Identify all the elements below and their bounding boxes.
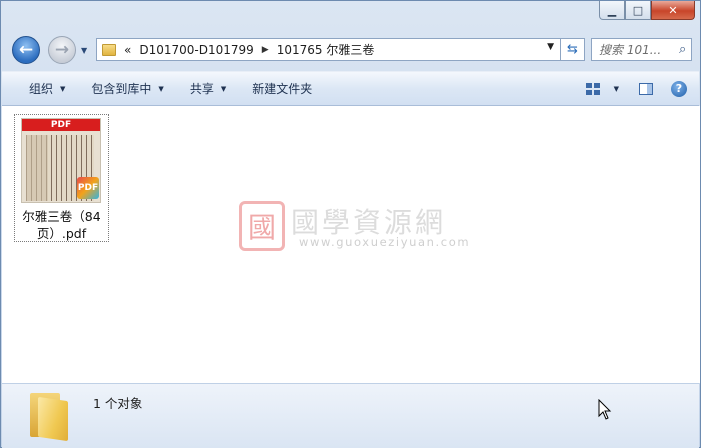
search-input[interactable] bbox=[599, 42, 677, 57]
chevron-down-icon: ▼ bbox=[220, 84, 227, 93]
breadcrumb-overflow[interactable]: « bbox=[124, 43, 131, 57]
file-name[interactable]: 尔雅三卷（84 页）.pdf bbox=[15, 208, 108, 242]
share-label: 共享 bbox=[189, 82, 214, 96]
folder-icon bbox=[102, 43, 116, 56]
file-name-line-1: 尔雅三卷（84 bbox=[22, 209, 101, 224]
close-button[interactable]: ✕ bbox=[651, 1, 695, 20]
chevron-right-icon[interactable]: ▶ bbox=[262, 45, 269, 55]
navigation-bar: ← → ▼ « D101700-D101799 ▶ 101765 尔雅三卷 ▼ … bbox=[1, 34, 701, 68]
item-count-status: 1 个对象 bbox=[93, 396, 143, 411]
organize-button[interactable]: 组织 ▼ bbox=[29, 80, 65, 97]
change-view-icon[interactable] bbox=[585, 82, 600, 95]
file-list-area[interactable]: PDF PDF 尔雅三卷（84 页）.pdf 國 國學資源網 www.guoxue… bbox=[2, 106, 692, 383]
include-in-library-button[interactable]: 包含到库中 ▼ bbox=[91, 80, 163, 97]
back-button[interactable]: ← bbox=[12, 36, 40, 64]
share-button[interactable]: 共享 ▼ bbox=[190, 80, 226, 97]
pdf-thumb-label: PDF bbox=[22, 119, 100, 131]
breadcrumb-item[interactable]: D101700-D101799 bbox=[139, 43, 253, 57]
refresh-button[interactable]: ⇆ bbox=[561, 38, 585, 61]
breadcrumb-item[interactable]: 101765 尔雅三卷 bbox=[277, 41, 375, 58]
vertical-scrollbar[interactable] bbox=[692, 106, 700, 383]
watermark-logo: 國 bbox=[239, 201, 285, 251]
organize-label: 组织 bbox=[29, 82, 54, 96]
caption-buttons: ▁ □ ✕ bbox=[599, 1, 695, 20]
view-options-dropdown[interactable]: ▼ bbox=[614, 85, 619, 93]
explorer-window: ▁ □ ✕ ← → ▼ « D101700-D101799 ▶ 101765 尔… bbox=[0, 0, 701, 448]
forward-button[interactable]: → bbox=[48, 36, 76, 64]
watermark-url: www.guoxueziyuan.com bbox=[299, 235, 471, 249]
details-pane: 1 个对象 bbox=[2, 383, 699, 448]
mouse-cursor-icon bbox=[598, 399, 612, 420]
watermark: 國 國學資源網 www.guoxueziyuan.com bbox=[239, 201, 479, 253]
minimize-button[interactable]: ▁ bbox=[599, 1, 625, 20]
address-dropdown-icon[interactable]: ▼ bbox=[547, 42, 554, 52]
search-icon[interactable]: ⌕ bbox=[679, 42, 686, 57]
maximize-button[interactable]: □ bbox=[625, 1, 651, 20]
include-in-library-label: 包含到库中 bbox=[91, 82, 152, 96]
arrow-right-icon: → bbox=[54, 40, 70, 60]
file-item[interactable]: PDF PDF 尔雅三卷（84 页）.pdf bbox=[14, 114, 109, 242]
new-folder-label: 新建文件夹 bbox=[252, 82, 313, 96]
pdf-badge-icon: PDF bbox=[77, 177, 99, 199]
recent-pages-dropdown[interactable]: ▼ bbox=[81, 46, 87, 55]
folder-icon bbox=[30, 391, 70, 442]
help-icon[interactable]: ? bbox=[671, 80, 687, 97]
refresh-icon: ⇆ bbox=[567, 42, 578, 57]
chevron-down-icon: ▼ bbox=[60, 84, 66, 93]
chevron-down-icon: ▼ bbox=[158, 84, 164, 93]
address-bar[interactable]: « D101700-D101799 ▶ 101765 尔雅三卷 ▼ bbox=[96, 38, 561, 61]
command-bar: 组织 ▼ 包含到库中 ▼ 共享 ▼ 新建文件夹 ▼ ? bbox=[2, 71, 699, 106]
arrow-left-icon: ← bbox=[18, 40, 34, 60]
file-name-line-2: 页）.pdf bbox=[36, 226, 87, 241]
search-box[interactable]: ⌕ bbox=[591, 38, 692, 61]
new-folder-button[interactable]: 新建文件夹 bbox=[252, 80, 312, 97]
preview-pane-icon[interactable] bbox=[639, 82, 653, 95]
pdf-thumbnail: PDF PDF bbox=[21, 118, 101, 203]
